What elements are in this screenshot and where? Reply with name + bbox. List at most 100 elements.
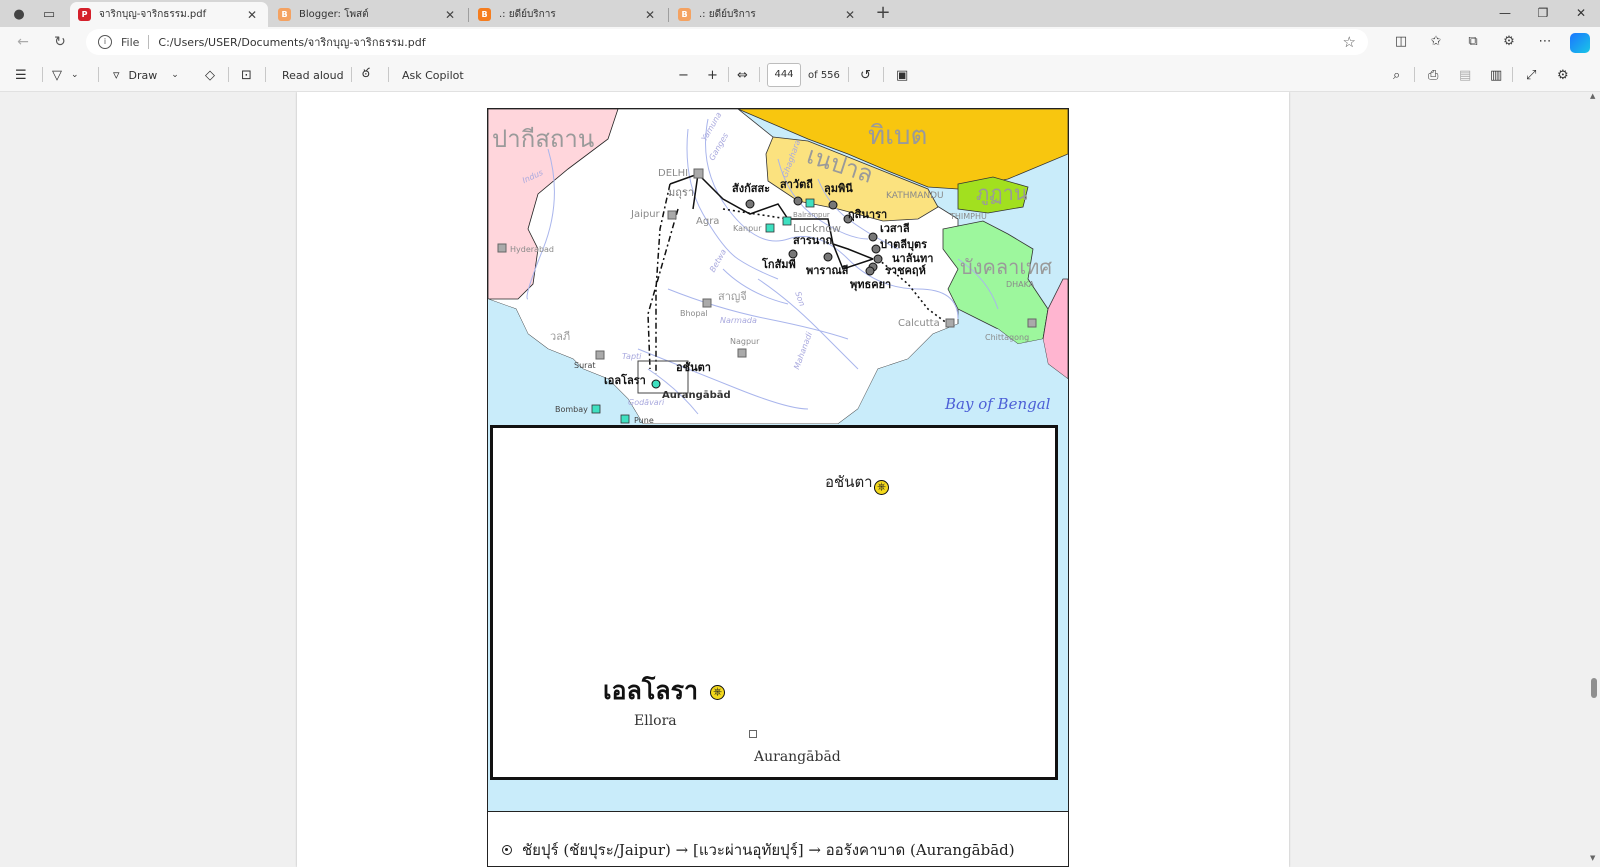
site-label: เอลโลรา xyxy=(604,374,646,387)
page-view-button[interactable]: ▣ xyxy=(896,65,908,85)
tab-title: จาริกบุญ-จาริกธรรม.pdf xyxy=(99,9,207,20)
tab-actions-icon[interactable]: ▭ xyxy=(38,4,60,24)
address-bar: ← ↻ i File C:/Users/USER/Documents/จาริก… xyxy=(0,27,1600,57)
close-icon[interactable]: ✕ xyxy=(442,8,458,22)
inset-ellora-thai: เอลโลรา xyxy=(603,676,699,705)
url-scheme: File xyxy=(121,35,140,49)
info-icon[interactable]: i xyxy=(98,35,112,49)
close-window-button[interactable]: ✕ xyxy=(1562,2,1600,26)
url-text[interactable]: C:/Users/USER/Documents/จาริกบุญ-จาริกธร… xyxy=(158,33,1342,51)
city-label: DELHI xyxy=(658,168,689,179)
tab-pdf[interactable]: P จาริกบุญ-จาริกธรรม.pdf ✕ xyxy=(70,2,268,27)
settings-button[interactable]: ⚙ xyxy=(1557,65,1569,85)
pen-icon: ▿ xyxy=(113,67,120,83)
refresh-button[interactable]: ↻ xyxy=(49,31,71,53)
contents-button[interactable]: ☰ xyxy=(15,65,27,85)
gear-icon: ⚙ xyxy=(1557,67,1569,83)
tab-blogger-posts[interactable]: B Blogger: โพสต์ ✕ xyxy=(270,2,466,27)
rotate-icon: ↺ xyxy=(860,67,871,83)
region-tibet: ทิเบต xyxy=(868,121,928,151)
blogger-icon: B xyxy=(678,8,691,21)
site-label: สารนาถ xyxy=(793,234,833,247)
save-as-button[interactable]: ▥ xyxy=(1490,65,1502,85)
draw-label: Draw xyxy=(128,68,158,82)
save-as-icon: ▥ xyxy=(1490,67,1503,83)
site-label: สาญจี xyxy=(718,290,747,303)
profile-icon[interactable]: ● xyxy=(8,4,30,24)
tab-divider xyxy=(468,8,469,22)
site-label: สาวัตถี xyxy=(780,178,813,191)
toolbar-divider xyxy=(1512,67,1513,82)
toolbar-divider xyxy=(728,67,729,82)
region-bangladesh: บังคลาเทศ xyxy=(960,255,1053,279)
tab-service-2[interactable]: B .: ยดีย์บริการ ✕ xyxy=(670,2,866,27)
site-label: อชันตา xyxy=(676,361,711,374)
search-button[interactable]: ⌕ xyxy=(1393,65,1400,85)
scroll-down-icon[interactable]: ▼ xyxy=(1590,854,1595,862)
page-number-input[interactable]: 444 xyxy=(767,63,801,87)
city-label: Calcutta xyxy=(898,318,940,329)
bullet-icon xyxy=(502,845,512,855)
close-icon[interactable]: ✕ xyxy=(642,8,658,22)
split-screen-icon[interactable]: ◫ xyxy=(1390,31,1412,53)
pdf-viewport[interactable]: ปากีสถาน ทิเบต เนปาล ภูฏาน บังคลาเทศ Bay… xyxy=(0,92,1600,867)
site-label: กุสินารา xyxy=(848,208,888,221)
collections-icon[interactable]: ⧉ xyxy=(1462,31,1484,53)
zoom-in-button[interactable]: + xyxy=(707,65,718,85)
city-label: Balrampur xyxy=(793,211,830,219)
city-label: Chittagong xyxy=(985,333,1030,342)
city-label: Nagpur xyxy=(730,337,760,346)
extensions-icon[interactable]: ⚙ xyxy=(1498,31,1520,53)
scrollbar-thumb[interactable] xyxy=(1591,678,1597,698)
more-menu-icon[interactable]: ⋯ xyxy=(1534,31,1556,53)
site-label: สังกัสสะ xyxy=(732,182,771,195)
translate-button[interactable]: ఠ xyxy=(362,65,370,85)
tab-title: .: ยดีย์บริการ xyxy=(699,9,756,20)
city-label: Aurangābād xyxy=(662,390,731,401)
tab-service-1[interactable]: B .: ยดีย์บริการ ✕ xyxy=(470,2,666,27)
favorite-star-icon[interactable]: ☆ xyxy=(1343,33,1356,51)
chevron-down-icon: ⌄ xyxy=(171,70,179,80)
site-label: มถุรา xyxy=(668,186,694,199)
pdf-toolbar: ☰ ▽ ⌄ ▿ Draw ⌄ ◇ ⊡ Read aloud ఠ Ask Copilot… xyxy=(0,57,1600,92)
highlight-button[interactable]: ▽ ⌄ xyxy=(52,65,79,85)
dharma-wheel-icon: ⎈ xyxy=(874,480,889,495)
scroll-up-icon[interactable]: ▲ xyxy=(1590,92,1595,100)
read-aloud-button[interactable]: Read aloud xyxy=(282,65,344,85)
vertical-scrollbar[interactable]: ▲ ▼ xyxy=(1588,92,1600,867)
favorites-icon[interactable]: ✩ xyxy=(1425,31,1447,53)
ask-copilot-label: Ask Copilot xyxy=(402,68,464,82)
pdf-icon: P xyxy=(78,8,91,21)
ask-copilot-button[interactable]: Ask Copilot xyxy=(402,65,464,85)
city-label: Jaipur xyxy=(631,209,660,220)
toolbar-divider xyxy=(1414,67,1415,82)
city-label: Kanpur xyxy=(733,224,762,233)
minimize-button[interactable]: — xyxy=(1486,2,1524,26)
draw-button[interactable]: ▿ Draw ⌄ xyxy=(113,65,179,85)
back-button[interactable]: ← xyxy=(12,31,34,53)
new-tab-button[interactable]: + xyxy=(872,3,894,25)
erase-button[interactable]: ◇ xyxy=(205,65,215,85)
close-icon[interactable]: ✕ xyxy=(842,8,858,22)
fullscreen-button[interactable]: ⤢ xyxy=(1526,65,1536,85)
city-label: Bhopal xyxy=(680,309,708,318)
rotate-button[interactable]: ↺ xyxy=(860,65,871,85)
restore-button[interactable]: ❐ xyxy=(1524,2,1562,26)
city-label: Lucknow xyxy=(793,222,842,235)
omnibox[interactable]: i File C:/Users/USER/Documents/จาริกบุญ-… xyxy=(86,29,1368,55)
save-button[interactable]: ▤ xyxy=(1459,65,1471,85)
fit-page-button[interactable]: ⇔ xyxy=(737,65,748,85)
fit-width-icon: ⇔ xyxy=(737,67,748,83)
add-text-button[interactable]: ⊡ xyxy=(241,65,252,85)
close-icon[interactable]: ✕ xyxy=(244,8,260,22)
copilot-icon[interactable] xyxy=(1570,33,1590,53)
dharma-wheel-icon: ⎈ xyxy=(710,685,725,700)
save-icon: ▤ xyxy=(1459,67,1472,83)
city-label: Agra xyxy=(696,216,720,227)
site-label: พาราณสี xyxy=(806,264,849,277)
inset-ellora-en: Ellora xyxy=(634,713,677,729)
site-label: ปาตลีบุตร xyxy=(880,238,928,251)
print-button[interactable]: ⎙ xyxy=(1428,65,1438,85)
zoom-out-button[interactable]: − xyxy=(678,65,689,85)
toolbar-divider xyxy=(759,67,760,82)
